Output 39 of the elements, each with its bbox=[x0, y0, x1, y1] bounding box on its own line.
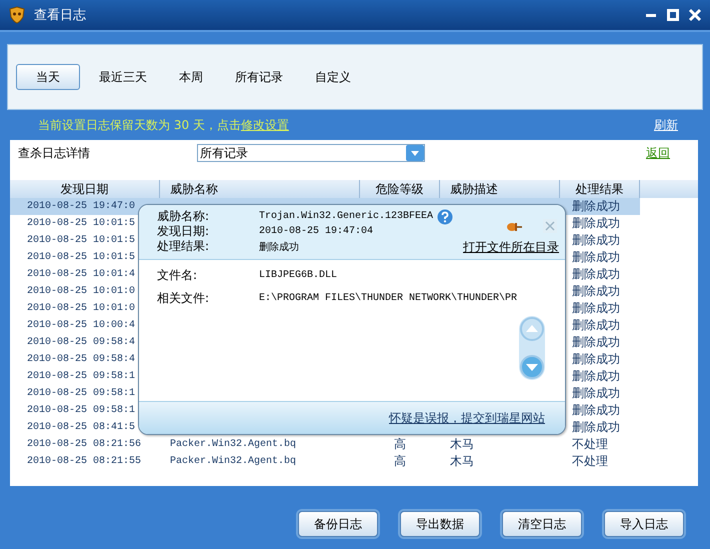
field-value: LIBJPEG6B.DLL bbox=[259, 270, 338, 281]
table-cell-text: 高 bbox=[393, 436, 407, 453]
table-cell-text: 2010-08-25 09:58:4 bbox=[26, 336, 136, 350]
table-cell-text: 删除成功 bbox=[571, 351, 621, 368]
field-label: 文件名: bbox=[157, 267, 198, 284]
field-value: E:\PROGRAM FILES\THUNDER NETWORK\THUNDER\PR bbox=[259, 293, 518, 304]
table-cell-text: 删除成功 bbox=[571, 334, 621, 351]
table-cell-text: 2010-08-25 09:58:4 bbox=[26, 353, 136, 367]
field-value: Trojan.Win32.Generic.123BFEEA bbox=[259, 211, 434, 222]
table-cell-text: Packer.Win32.Agent.bq bbox=[169, 454, 298, 469]
window-title: 查看日志 bbox=[34, 7, 86, 24]
table-cell-text: 删除成功 bbox=[571, 368, 621, 385]
field-label: 发现日期: bbox=[157, 223, 210, 240]
field-value: 2010-08-25 19:47:04 bbox=[259, 226, 374, 237]
field-value: 删除成功 bbox=[259, 240, 299, 254]
table-cell-text: 2010-08-25 10:01:5 bbox=[26, 251, 136, 265]
table-cell-text: 2010-08-25 09:58:1 bbox=[26, 370, 136, 384]
retention-notice: 当前设置日志保留天数为 30 天，点击修改设置 bbox=[38, 116, 289, 134]
table-cell-text: 2010-08-25 08:21:56 bbox=[26, 438, 142, 452]
table-cell-text: 2010-08-25 10:01:0 bbox=[26, 302, 136, 316]
field-label: 处理结果: bbox=[157, 238, 210, 255]
field-label: 威胁名称: bbox=[157, 208, 210, 225]
table-cell-text: 删除成功 bbox=[571, 385, 621, 402]
table-cell-text: 不处理 bbox=[571, 453, 609, 470]
table-cell-text: Packer.Win32.Agent.bq bbox=[169, 438, 298, 452]
table-cell-text: 2010-08-25 10:00:4 bbox=[26, 319, 136, 333]
table-cell-text: 2010-08-25 08:21:55 bbox=[26, 455, 142, 469]
field-label: 相关文件: bbox=[157, 290, 210, 307]
table-cell-text: 2010-08-25 19:47:0 bbox=[26, 200, 136, 214]
table-cell-text: 高 bbox=[393, 453, 407, 470]
table-cell-text: 删除成功 bbox=[571, 300, 621, 317]
table-cell-text: 删除成功 bbox=[571, 317, 621, 334]
table-cell-text: 2010-08-25 09:58:1 bbox=[26, 387, 136, 401]
table-cell-text: 不处理 bbox=[571, 436, 609, 453]
table-cell-text: 删除成功 bbox=[571, 198, 621, 215]
filter-label: 查杀日志详情 bbox=[18, 144, 91, 162]
table-cell-text: 木马 bbox=[449, 453, 475, 470]
table-cell-text: 木马 bbox=[449, 436, 475, 453]
table-cell-text: 删除成功 bbox=[571, 249, 621, 266]
